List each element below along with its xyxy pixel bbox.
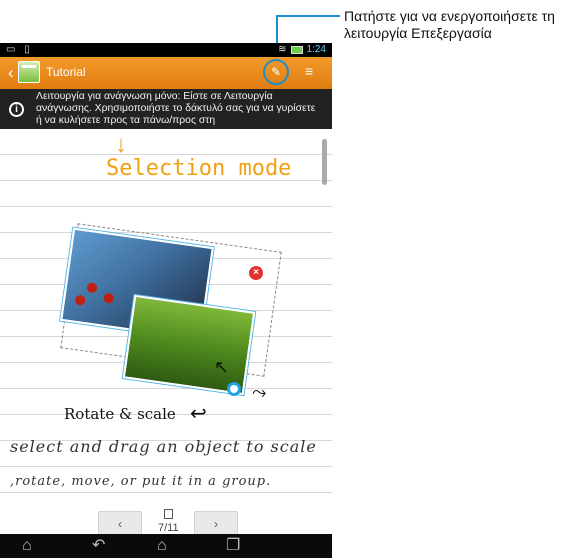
battery-icon <box>290 45 303 54</box>
rotate-arrow-icon: ↖ <box>214 357 230 377</box>
nav-home-icon[interactable]: ⌂ <box>157 536 167 556</box>
read-only-message: Λειτουργία για ανάγνωση μόνο: Είστε σε Λ… <box>36 91 316 126</box>
nav-recent-icon[interactable]: ❐ <box>226 536 240 556</box>
flower <box>103 292 115 304</box>
system-nav-bar: ⌂ ↶ ⌂ ❐ <box>0 534 332 558</box>
nav-back-icon[interactable]: ↶ <box>92 536 105 556</box>
selection-mode-label: Selection mode <box>106 156 292 181</box>
info-icon: i <box>9 102 24 117</box>
callout-line-horizontal <box>276 15 340 17</box>
callout-text: Πατήστε για να ενεργοποιήσετε τη λειτουρ… <box>344 8 555 41</box>
notification-icons: ▭ ▯ <box>6 44 33 55</box>
close-icon[interactable]: × <box>249 266 263 280</box>
nav-home-up-icon[interactable]: ⌂ <box>22 536 32 556</box>
photo-grass[interactable] <box>122 294 256 396</box>
left-arrow-icon: ↩ <box>190 403 207 425</box>
handwriting-line-1: select and drag an object to scale <box>10 437 317 456</box>
status-bar: ▭ ▯ ≋ 1:24 <box>0 43 332 57</box>
read-only-banner: i Λειτουργία για ανάγνωση μόνο: Είστε σε… <box>0 89 332 129</box>
flower <box>86 282 98 294</box>
menu-icon[interactable]: ≡ <box>305 63 313 79</box>
flower <box>74 294 86 306</box>
page-number: 7/11 <box>158 522 179 534</box>
page-title: Tutorial <box>46 65 86 79</box>
page-icon <box>164 509 173 519</box>
rotate-scale-label: Rotate & scale <box>64 405 176 423</box>
app-icon[interactable] <box>18 61 40 83</box>
note-canvas[interactable]: ↓ Selection mode × ↖ ⤳ Rotate & scale ↩ … <box>0 129 332 503</box>
edit-mode-button[interactable]: ✎ <box>263 59 289 85</box>
action-bar: ‹ Tutorial ✎ ≡ <box>0 57 332 89</box>
down-arrow-icon: ↓ <box>115 131 127 158</box>
wifi-icon: ≋ <box>278 44 287 55</box>
edit-mode-icon: ✎ <box>270 65 282 79</box>
clock: 1:24 <box>306 44 326 55</box>
scrollbar[interactable] <box>322 139 327 185</box>
rotate-handle-icon[interactable] <box>227 382 241 396</box>
status-icons: ≋ 1:24 <box>278 44 326 55</box>
back-chevron-icon[interactable]: ‹ <box>8 63 14 83</box>
handwriting-line-2: ,rotate, move, or put it in a group. <box>10 474 272 489</box>
tablet-screen: ▭ ▯ ≋ 1:24 ‹ Tutorial ✎ ≡ i Λειτουργία γ… <box>0 43 332 558</box>
scale-arrow-icon: ⤳ <box>252 382 267 402</box>
